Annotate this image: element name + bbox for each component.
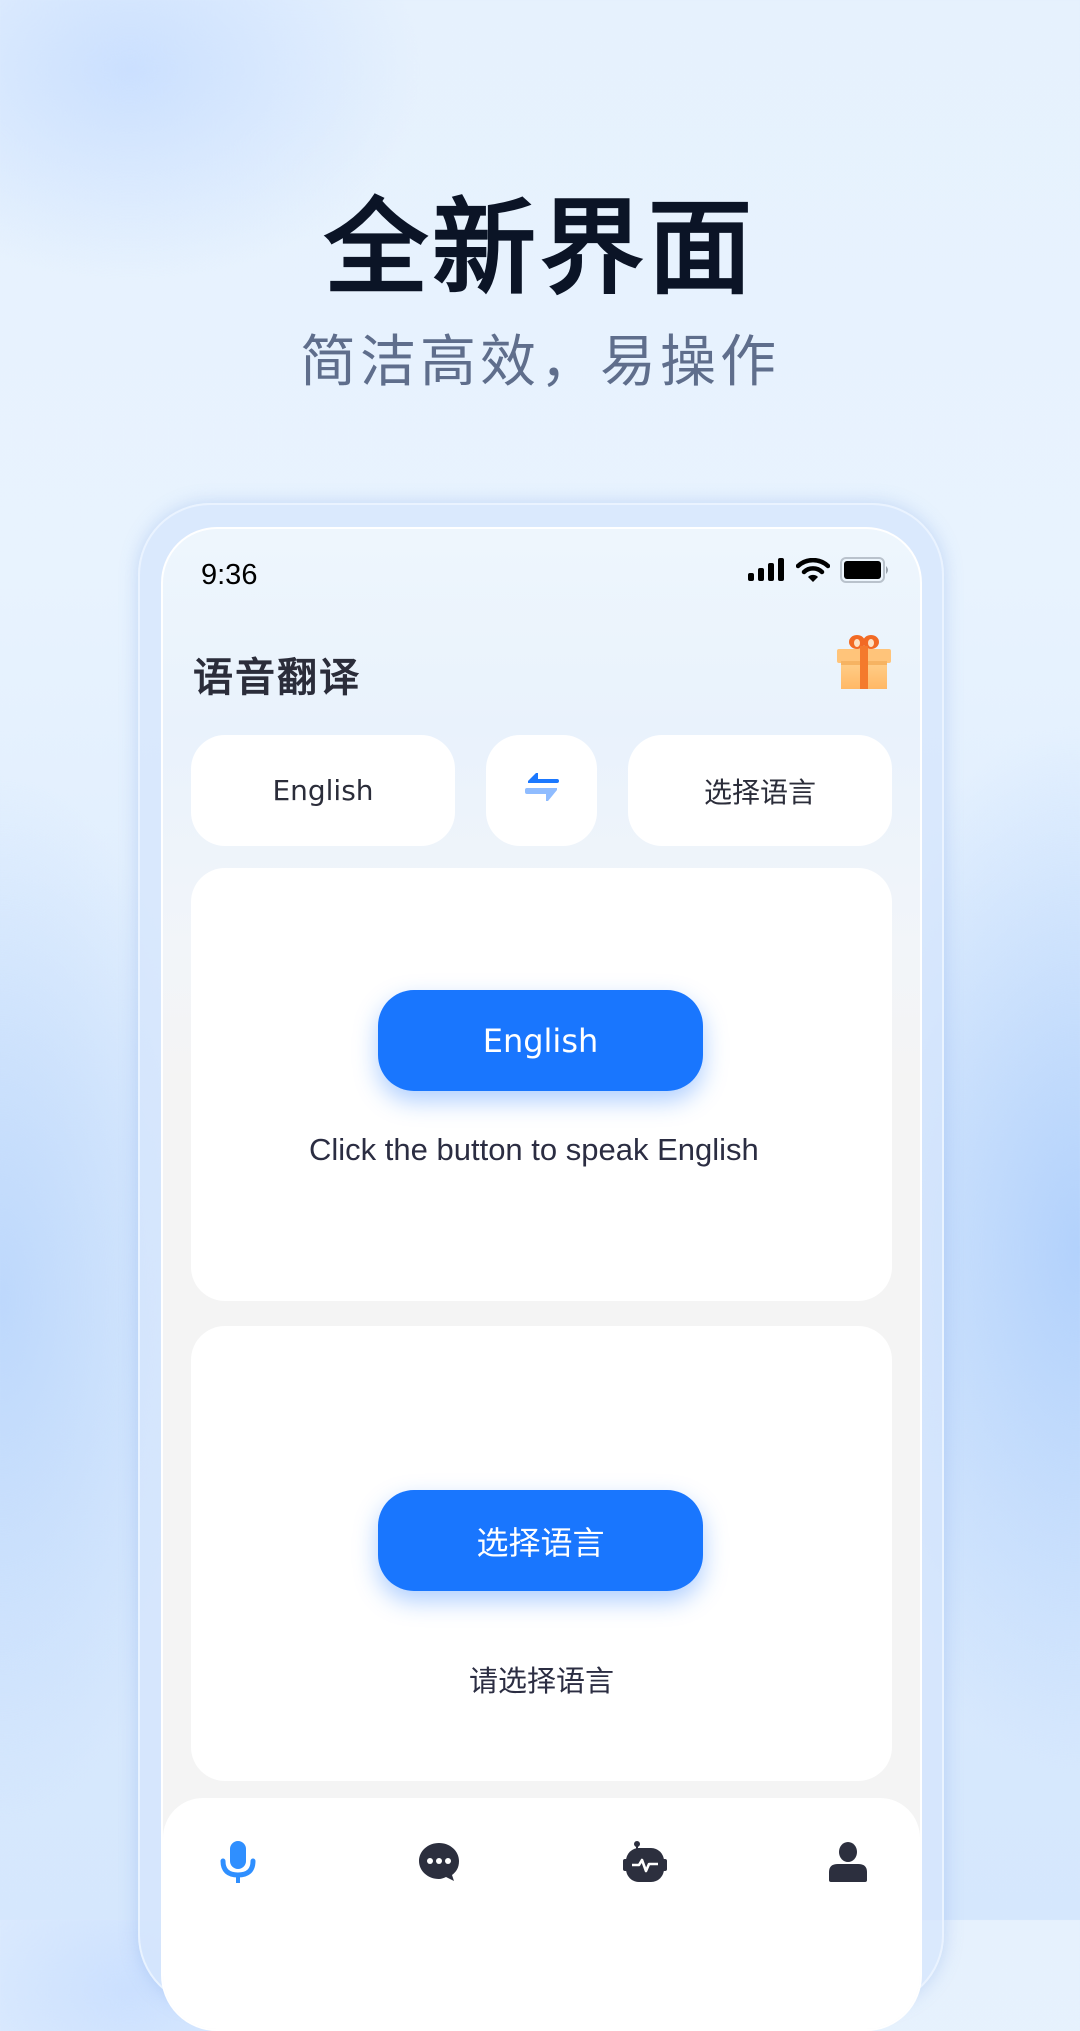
- bottom-tab-bar: [163, 1798, 920, 2029]
- gift-icon[interactable]: [835, 633, 893, 691]
- source-language-button[interactable]: English: [191, 735, 455, 846]
- microphone-icon: [218, 1841, 258, 1883]
- signal-icon: [748, 558, 786, 586]
- status-time: 9:36: [201, 559, 258, 591]
- swap-arrows-icon: [524, 770, 560, 811]
- target-language-label: 选择语言: [703, 775, 816, 809]
- source-hint-text: Click the button to speak English: [309, 1132, 759, 1167]
- tab-ai-assistant[interactable]: [615, 1832, 675, 1892]
- tab-voice-translate[interactable]: [208, 1832, 268, 1892]
- tab-chat[interactable]: [409, 1832, 469, 1892]
- speak-source-button[interactable]: English: [378, 990, 703, 1091]
- target-hint-text: 请选择语言: [468, 1664, 614, 1698]
- tab-profile[interactable]: [818, 1832, 878, 1892]
- source-language-label: English: [272, 774, 374, 807]
- person-icon: [828, 1842, 868, 1882]
- swap-languages-button[interactable]: [486, 735, 597, 846]
- source-speech-panel: English Click the button to speak Englis…: [191, 868, 892, 1301]
- wifi-icon: [795, 557, 831, 586]
- speak-source-button-label: English: [482, 1021, 599, 1060]
- phone-screen: 9:36 语音翻译 English 选择语言 English Click the…: [161, 527, 922, 2031]
- battery-icon: [840, 557, 890, 587]
- robot-icon: [623, 1841, 667, 1883]
- target-speech-panel: 选择语言 请选择语言: [191, 1326, 892, 1781]
- hero-title: 全新界面: [323, 187, 756, 309]
- language-selector-row: English 选择语言: [191, 735, 892, 847]
- status-icons: [748, 557, 890, 587]
- select-target-language-button[interactable]: 选择语言: [378, 1490, 703, 1591]
- chat-bubble-icon: [417, 1842, 461, 1882]
- app-title: 语音翻译: [193, 655, 361, 701]
- hero-subtitle: 简洁高效，易操作: [300, 330, 780, 395]
- target-language-button[interactable]: 选择语言: [628, 735, 892, 846]
- select-target-language-label: 选择语言: [476, 1523, 605, 1562]
